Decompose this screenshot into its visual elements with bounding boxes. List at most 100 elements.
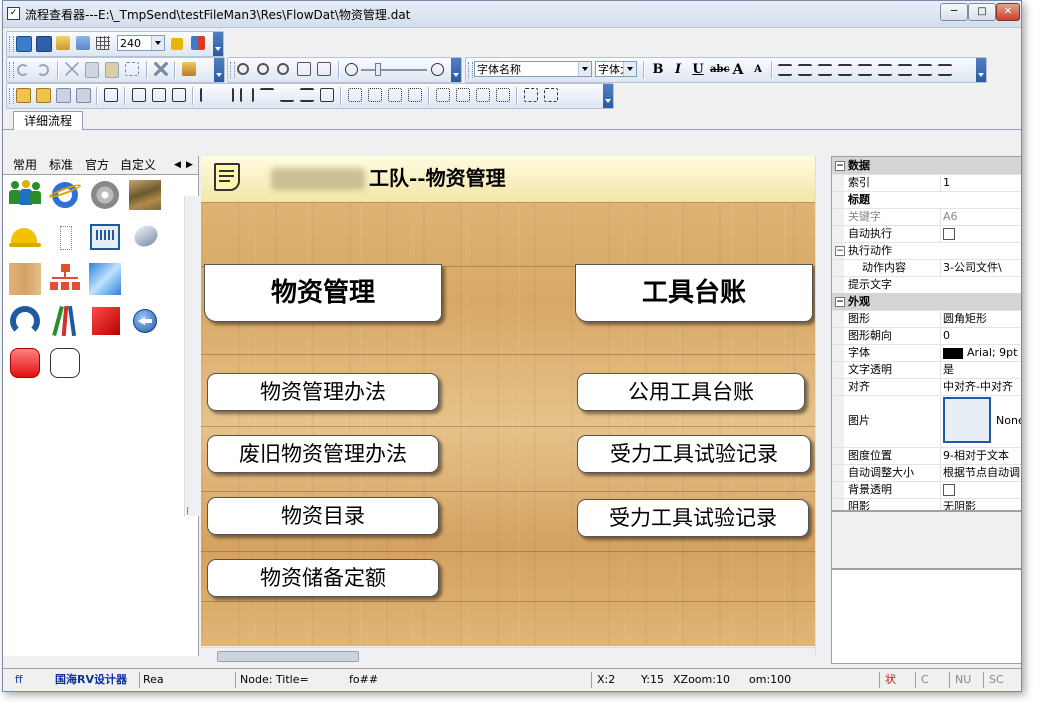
align-top-right-icon[interactable]: [818, 64, 832, 76]
prop-hint[interactable]: 提示文字: [832, 276, 1021, 294]
prop-text-transparent[interactable]: 文字透明是: [832, 361, 1021, 379]
send-back-icon[interactable]: [36, 88, 51, 103]
prop-action-content[interactable]: 动作内容 3-公司文件\: [832, 259, 1021, 277]
select-all-icon[interactable]: [125, 62, 139, 76]
toolbar-grip[interactable]: [9, 36, 14, 52]
align-middle-icon[interactable]: [300, 88, 314, 102]
back-arrow-icon[interactable]: [128, 304, 162, 338]
red-flag-icon[interactable]: [88, 304, 122, 338]
dotted-figure-icon[interactable]: [48, 220, 82, 254]
same-height-icon[interactable]: [152, 88, 166, 102]
title-bar[interactable]: ✓ 流程查看器---E:\_TmpSend\testFileMan3\Res\F…: [3, 1, 1021, 28]
prop-shadow[interactable]: 阴影 无阴影: [832, 498, 1021, 510]
chevron-down-icon[interactable]: [151, 36, 164, 50]
prop-index[interactable]: 索引 1: [832, 174, 1021, 192]
undo-icon[interactable]: [17, 64, 29, 76]
prop-auto-exec[interactable]: 自动执行: [832, 225, 1021, 243]
zoom-fit-icon[interactable]: [297, 62, 311, 76]
prop-orientation[interactable]: 图形朝向 0: [832, 327, 1021, 345]
wood-texture-icon[interactable]: [8, 262, 42, 296]
toolbar-overflow-button[interactable]: [213, 32, 223, 56]
mouse-icon[interactable]: [128, 220, 162, 254]
landscape-icon[interactable]: [128, 178, 162, 212]
grid-icon[interactable]: [96, 36, 110, 50]
prop-image-position[interactable]: 图度位置 9-相对于文本: [832, 447, 1021, 465]
collapse-icon[interactable]: −: [835, 297, 845, 307]
format-painter-icon[interactable]: [182, 62, 196, 76]
tab-custom[interactable]: 自定义: [120, 158, 156, 172]
zoom-slider-track[interactable]: [361, 69, 427, 71]
node-stress-tool-test-record[interactable]: 受力工具试验记录: [577, 435, 811, 473]
select-region-icon[interactable]: [524, 88, 538, 102]
align-bottom-center-icon[interactable]: [918, 64, 932, 76]
align-bottom-right-icon[interactable]: [938, 64, 952, 76]
section-appearance[interactable]: − 外观: [832, 293, 1021, 311]
zoom-minus-icon[interactable]: [345, 63, 358, 76]
maximize-button[interactable]: □: [968, 3, 996, 21]
open-folder-icon[interactable]: [56, 36, 70, 50]
toolbar-grip[interactable]: [230, 62, 235, 78]
cut-icon[interactable]: [65, 62, 79, 76]
lock-icon[interactable]: [171, 38, 183, 50]
helmet-icon[interactable]: [8, 220, 42, 254]
chevron-down-icon[interactable]: [578, 62, 591, 76]
circle-arrow-icon[interactable]: [8, 304, 42, 338]
strikethrough-button[interactable]: abc: [710, 62, 730, 78]
zoom-plus-icon[interactable]: [431, 63, 444, 76]
collapse-icon[interactable]: −: [835, 161, 845, 171]
people-icon[interactable]: [8, 178, 42, 212]
section-data[interactable]: − 数据: [832, 157, 1021, 175]
blue-gradient-icon[interactable]: [88, 262, 122, 296]
underline-button[interactable]: U: [690, 62, 706, 78]
canvas-vertical-scrollbar[interactable]: [815, 156, 830, 656]
v-space-increase-icon[interactable]: [456, 88, 470, 102]
tab-standard[interactable]: 标准: [49, 158, 73, 172]
prop-title[interactable]: 标题: [832, 191, 1021, 209]
prop-action[interactable]: − 执行动作: [832, 242, 1021, 260]
tab-detail-flow[interactable]: 详细流程: [13, 111, 84, 130]
exit-icon[interactable]: [191, 36, 205, 50]
org-chart-icon[interactable]: [48, 262, 82, 296]
italic-button[interactable]: I: [670, 62, 686, 78]
zoom-combo[interactable]: 240: [117, 35, 165, 51]
tab-official[interactable]: 官方: [85, 158, 109, 172]
close-button[interactable]: ✕: [996, 3, 1020, 21]
h-space-equal-icon[interactable]: [348, 88, 362, 102]
toolbar-grip[interactable]: [9, 62, 14, 78]
zoom-page-icon[interactable]: [317, 62, 331, 76]
align-bottom-icon[interactable]: [280, 88, 294, 102]
node-waste-material-rules[interactable]: 废旧物资管理办法: [207, 435, 439, 473]
toolbar-grip[interactable]: [9, 88, 14, 104]
browser-icon[interactable]: [47, 178, 83, 212]
font-shrink-button[interactable]: A: [750, 62, 766, 78]
train-diagram-icon[interactable]: [88, 220, 122, 254]
zoom-out-icon[interactable]: [257, 63, 269, 75]
card-tool-ledger[interactable]: 工具台账: [575, 264, 813, 322]
canvas-horizontal-scrollbar[interactable]: [201, 647, 815, 663]
send-backward-icon[interactable]: [76, 88, 91, 103]
prop-bg-transparent[interactable]: 背景透明: [832, 481, 1021, 499]
copy-icon[interactable]: [85, 62, 99, 78]
prop-auto-size[interactable]: 自动调整大小 根据节点自动调: [832, 464, 1021, 482]
save-as-icon[interactable]: [36, 36, 52, 52]
node-public-tool-ledger[interactable]: 公用工具台账: [577, 373, 805, 411]
save-icon[interactable]: [16, 36, 32, 52]
center-page-icon[interactable]: [320, 88, 334, 102]
cables-icon[interactable]: [48, 304, 82, 338]
card-material-management[interactable]: 物资管理: [204, 264, 442, 322]
v-space-remove-icon[interactable]: [496, 88, 510, 102]
chevron-down-icon[interactable]: [623, 62, 636, 76]
splitter-handle-icon[interactable]: ⁞: [186, 506, 189, 517]
paste-icon[interactable]: [105, 62, 119, 78]
red-rounded-rect-icon[interactable]: [8, 346, 42, 380]
toolbar-overflow-button[interactable]: [603, 84, 613, 108]
v-space-decrease-icon[interactable]: [476, 88, 490, 102]
h-space-increase-icon[interactable]: [368, 88, 382, 102]
v-space-equal-icon[interactable]: [436, 88, 450, 102]
prop-shape[interactable]: 图形 圆角矩形: [832, 310, 1021, 328]
zoom-actual-icon[interactable]: [277, 63, 289, 75]
h-space-remove-icon[interactable]: [408, 88, 422, 102]
align-top-icon[interactable]: [260, 88, 274, 102]
same-width-icon[interactable]: [132, 88, 146, 102]
bold-button[interactable]: B: [650, 62, 666, 78]
